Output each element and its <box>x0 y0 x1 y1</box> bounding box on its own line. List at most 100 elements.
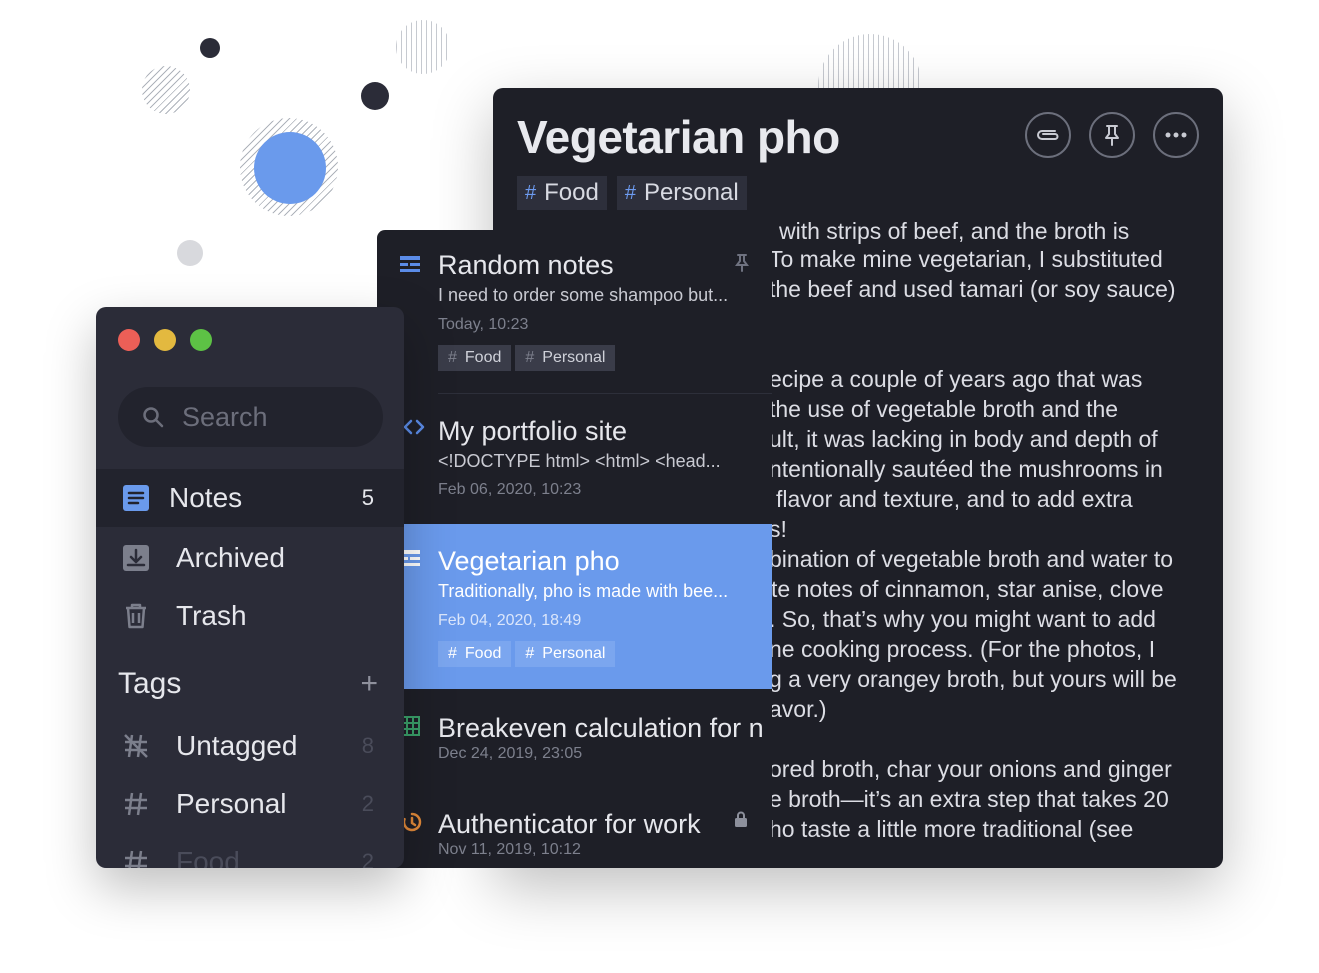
sidebar-item-trash[interactable]: Trash <box>96 587 404 645</box>
window-controls <box>118 329 212 351</box>
maximize-window-button[interactable] <box>190 329 212 351</box>
editor-tag[interactable]: # Food <box>517 176 607 210</box>
note-date: Nov 11, 2019, 10:12 <box>438 841 581 858</box>
hash-icon: # <box>525 181 537 204</box>
note-date: Today, 10:23 <box>438 316 529 333</box>
editor-actions <box>1025 112 1199 158</box>
note-preview: I need to order some shampoo but... <box>438 285 729 305</box>
tag-count: 8 <box>361 733 374 758</box>
authenticator-icon <box>402 812 422 832</box>
decor-dot <box>177 240 203 266</box>
note-list-item-active[interactable]: Vegetarian pho Traditionally, pho is mad… <box>377 524 772 689</box>
search-box <box>118 387 383 447</box>
editor-tag[interactable]: # Personal <box>616 176 747 210</box>
note-date: Feb 06, 2020, 10:23 <box>438 481 582 498</box>
note-tag: # Food <box>438 345 512 371</box>
hash-icon: # <box>624 181 636 204</box>
sidebar-tag-food[interactable]: Food 2 <box>96 833 404 868</box>
decor-hatch <box>142 66 190 114</box>
pin-icon <box>1105 125 1119 146</box>
body-line: the use of vegetable broth and the <box>769 396 1119 422</box>
note-tags: # Food # Personal <box>438 345 616 371</box>
body-line: s! <box>769 516 787 542</box>
attachment-icon <box>1037 130 1059 140</box>
body-line: bination of vegetable broth and water to <box>769 546 1174 572</box>
body-line: te notes of cinnamon, star anise, clove <box>771 576 1164 602</box>
note-tag: # Food <box>438 641 512 667</box>
note-preview: Traditionally, pho is made with bee... <box>438 581 729 601</box>
more-icon <box>1165 132 1187 138</box>
hash-icon: # <box>525 349 535 366</box>
trash-icon <box>126 603 146 629</box>
body-line: avor.) <box>769 696 827 722</box>
body-line: To make mine vegetarian, I substituted <box>769 246 1163 272</box>
body-line: with strips of beef, and the broth is <box>779 218 1130 244</box>
body-line: ne cooking process. (For the photos, I <box>769 636 1156 662</box>
sidebar-item-archived[interactable]: Archived <box>96 529 404 587</box>
hash-icon: # <box>525 645 535 662</box>
note-title: Vegetarian pho <box>438 546 620 576</box>
pin-button[interactable] <box>1089 112 1135 158</box>
note-icon <box>400 256 420 272</box>
note-tag: # Personal <box>515 641 616 667</box>
body-line: ecipe a couple of years ago that was <box>769 366 1143 392</box>
add-tag-button[interactable]: + <box>360 669 378 699</box>
code-icon <box>403 419 425 435</box>
note-list-item[interactable]: Breakeven calculation for n Dec 24, 2019… <box>377 689 772 779</box>
untagged-icon <box>124 734 148 758</box>
body-line: . So, that’s why you might want to add <box>769 606 1156 632</box>
minimize-window-button[interactable] <box>154 329 176 351</box>
hash-icon: # <box>448 349 457 366</box>
attachment-button[interactable] <box>1025 112 1071 158</box>
body-line: ored broth, char your onions and ginger <box>769 756 1172 782</box>
sidebar-item-label: Personal <box>176 788 287 819</box>
decor-hatch <box>818 34 922 88</box>
editor-tags: # Food # Personal <box>517 176 747 210</box>
close-window-button[interactable] <box>118 329 140 351</box>
body-line: ho taste a little more traditional (see <box>769 816 1134 842</box>
notes-icon <box>123 485 149 511</box>
note-title[interactable]: Vegetarian pho <box>517 110 840 164</box>
decor-hatch <box>396 20 450 74</box>
archive-icon <box>123 545 149 571</box>
note-list: Random notes I need to order some shampo… <box>377 230 772 868</box>
tag-count: 2 <box>361 791 374 816</box>
note-title: My portfolio site <box>438 416 628 446</box>
tag-count: 2 <box>361 849 374 868</box>
note-title: Random notes <box>438 250 614 280</box>
body-line: e broth—it’s an extra step that takes 20 <box>769 786 1169 812</box>
note-tag: # Personal <box>515 345 616 371</box>
note-list-item[interactable]: Random notes I need to order some shampo… <box>377 230 772 392</box>
note-title: Breakeven calculation for n <box>438 713 764 743</box>
hash-icon <box>125 792 147 816</box>
sidebar-item-notes[interactable]: Notes 5 <box>96 469 404 527</box>
note-list-item[interactable]: Authenticator for work Nov 11, 2019, 10:… <box>377 779 772 868</box>
sidebar-tag-untagged[interactable]: Untagged 8 <box>96 717 404 775</box>
lock-icon <box>735 811 747 827</box>
body-line: flavor and texture, and to add extra <box>776 486 1133 512</box>
sidebar-item-label: Untagged <box>176 730 298 761</box>
body-line: ult, it was lacking in body and depth of <box>769 426 1158 452</box>
decor-blue-circle <box>254 132 326 204</box>
sidebar-item-label: Notes <box>169 482 243 513</box>
note-preview: <!DOCTYPE html> <html> <head... <box>438 451 721 471</box>
sidebar-item-label: Archived <box>176 542 285 573</box>
decor-dot <box>200 38 220 58</box>
search-icon <box>143 407 164 428</box>
note-tags: # Food # Personal <box>438 641 616 667</box>
pin-icon <box>735 254 749 272</box>
decor-dot <box>361 82 389 110</box>
note-date: Dec 24, 2019, 23:05 <box>438 745 583 762</box>
more-button[interactable] <box>1153 112 1199 158</box>
sidebar-tag-personal[interactable]: Personal 2 <box>96 775 404 833</box>
note-title: Authenticator for work <box>438 809 701 839</box>
hash-icon <box>125 850 147 868</box>
search-input[interactable] <box>180 400 364 434</box>
note-date: Feb 04, 2020, 18:49 <box>438 612 582 629</box>
note-list-item[interactable]: My portfolio site <!DOCTYPE html> <html>… <box>377 394 772 524</box>
sidebar-item-label: Trash <box>176 600 247 631</box>
body-line: ntentionally sautéed the mushrooms in <box>769 456 1163 482</box>
body-line: g a very orangey broth, but yours will b… <box>769 666 1177 692</box>
notes-count: 5 <box>361 485 374 510</box>
body-line: the beef and used tamari (or soy sauce) <box>769 276 1176 302</box>
